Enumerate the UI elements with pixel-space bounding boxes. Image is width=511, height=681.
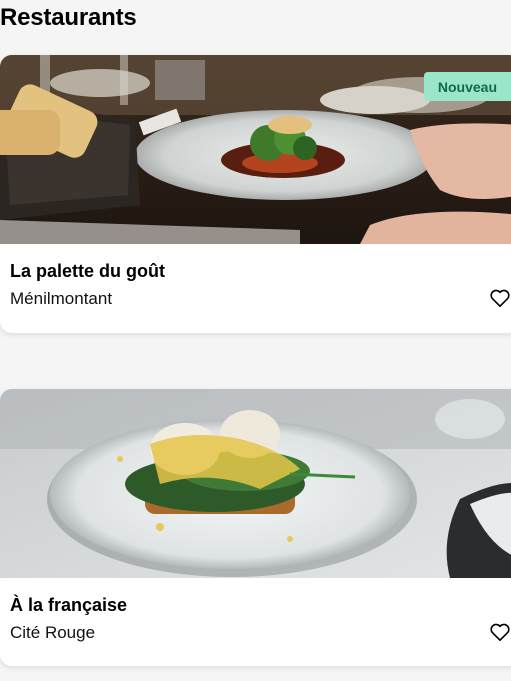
restaurant-area: Cité Rouge [10, 623, 96, 642]
restaurant-photo: Nouveau [0, 55, 511, 244]
restaurant-card[interactable]: Nouveau La palette du goût Ménilmontant [0, 55, 511, 333]
restaurant-name[interactable]: La palette du goût [10, 260, 511, 282]
page-title: Restaurants [0, 4, 137, 31]
restaurant-card[interactable]: À la française Cité Rouge [0, 389, 511, 666]
heart-outline-icon[interactable] [489, 288, 511, 308]
restaurant-area: Ménilmontant [10, 289, 113, 308]
new-badge: Nouveau [423, 72, 511, 101]
restaurant-photo [0, 389, 511, 578]
heart-outline-icon[interactable] [489, 622, 511, 642]
restaurant-name[interactable]: À la française [10, 594, 511, 616]
